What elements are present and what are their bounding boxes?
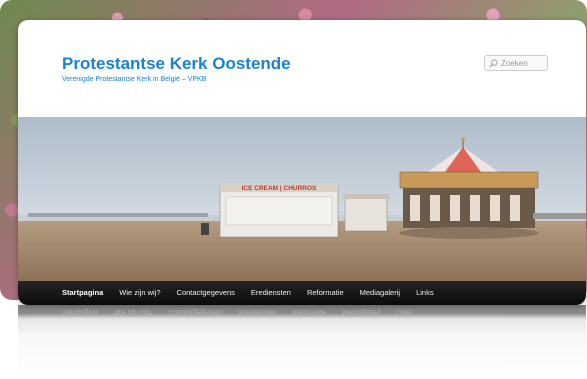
reflected-nav-item: Erediensten [238, 308, 277, 316]
nav-item-startpagina[interactable]: Startpagina [18, 281, 111, 305]
page-reflection: Startpagina Wie zijn wij? Contactgegeven… [18, 305, 586, 379]
nav-item-contactgegevens[interactable]: Contactgegevens [169, 281, 243, 305]
website-page: Protestantse Kerk Oostende Verenigde Pro… [18, 20, 586, 305]
reflected-nav-item: Startpagina [62, 308, 98, 316]
beach-carousel-photo: ICE CREAM | CHURROS [18, 117, 586, 281]
site-title[interactable]: Protestantse Kerk Oostende [62, 54, 291, 74]
booth-sign: ICE CREAM | CHURROS [242, 185, 317, 192]
nav-item-links[interactable]: Links [408, 281, 442, 305]
header-banner-image: ICE CREAM | CHURROS [18, 117, 586, 281]
nav-item-erediensten[interactable]: Erediensten [243, 281, 299, 305]
nav-item-mediagalerij[interactable]: Mediagalerij [352, 281, 408, 305]
site-description: Verenigde Protestantse Kerk in België – … [62, 76, 207, 83]
search-input[interactable]: Zoeken [484, 55, 548, 71]
nav-item-wie-zijn-wij[interactable]: Wie zijn wij? [111, 281, 168, 305]
reflected-nav-item: Mediagalerij [342, 308, 381, 316]
main-navigation: Startpagina Wie zijn wij? Contactgegeven… [18, 281, 586, 305]
search-placeholder: Zoeken [501, 58, 528, 68]
reflected-nav-item: Contactgegevens [168, 308, 223, 316]
reflected-navigation: Startpagina Wie zijn wij? Contactgegeven… [18, 305, 586, 319]
reflected-nav-item: Wie zijn wij? [113, 308, 153, 316]
food-booth: ICE CREAM | CHURROS [219, 183, 339, 238]
nav-item-reformatie[interactable]: Reformatie [299, 281, 352, 305]
search-icon [489, 58, 498, 67]
reflected-nav-item: Links [396, 308, 413, 316]
reflected-nav-item: Reformatie [292, 308, 327, 316]
